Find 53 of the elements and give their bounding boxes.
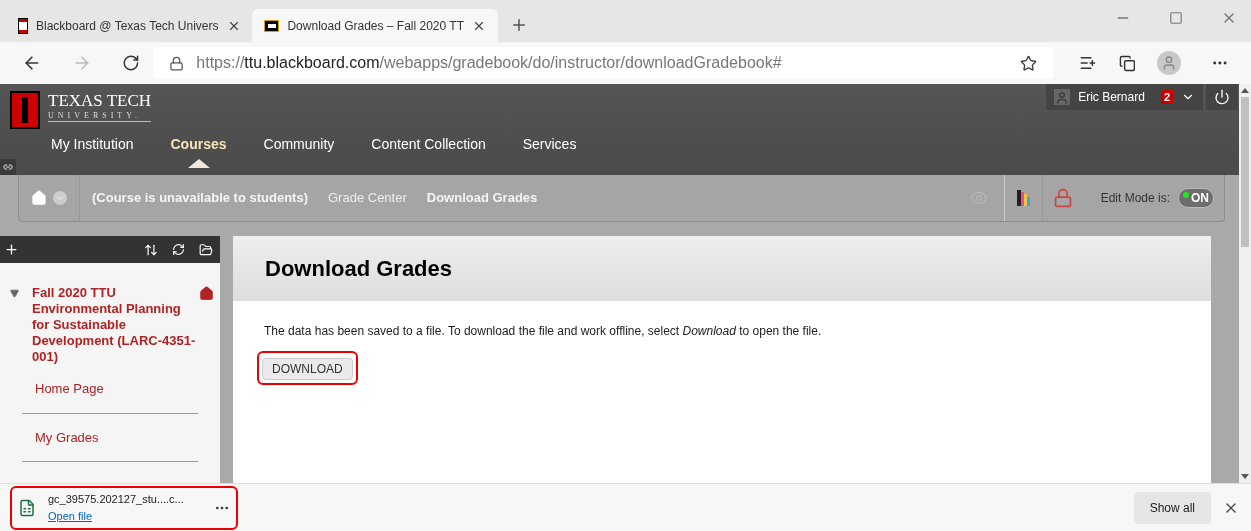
refresh-icon[interactable] [172,243,185,256]
nav-tab[interactable]: Content Collection [371,134,486,156]
sidebar-link[interactable]: Home Page [22,365,198,413]
university-logo-icon [18,17,28,34]
reload-icon[interactable] [121,54,140,72]
home-icon[interactable] [199,286,214,301]
profile-avatar-icon[interactable] [1157,51,1182,75]
nav-tab[interactable]: Services [522,134,577,156]
link-icon[interactable] [0,159,16,175]
user-menu[interactable]: Eric Bernard 2 [1046,84,1203,110]
lock-icon [169,55,185,71]
nav-tab[interactable]: Courses [170,134,227,156]
logo-subtitle: UNIVERSITY. [48,111,142,121]
show-all-button[interactable]: Show all [1133,491,1211,524]
scroll-up-icon[interactable] [1241,88,1249,93]
color-palette-icon[interactable] [1016,190,1030,206]
edit-mode-label: Edit Mode is: [1100,190,1170,207]
folder-icon[interactable] [199,242,213,257]
download-button[interactable]: DOWNLOAD [262,358,353,380]
favorite-icon[interactable] [1019,54,1037,72]
url-text: https://ttu.blackboard.com/webapps/gradebook/do/instructor/downloadGradebook# [196,53,783,73]
favorites-icon[interactable] [1078,54,1097,72]
open-file-link[interactable]: Open file [48,507,202,524]
logo-title: TEXAS TECH [48,91,152,111]
breadcrumb-item: (Course is unavailable to students) [92,189,308,208]
breadcrumb-item: Download Grades [426,189,538,208]
user-avatar-icon [1054,89,1071,105]
app-logo-icon [264,19,280,32]
nav-tab[interactable]: Community [263,134,335,156]
add-icon[interactable] [4,242,19,257]
info-message: The data has been saved to a file. To download the file and work offline, select Download to open the file. [264,323,822,340]
spreadsheet-file-icon [18,498,36,517]
course-title[interactable]: Fall 2020 TTU Environmental Planning for Sustainable Development (LARC-4351-001) [32,285,199,365]
new-tab-icon[interactable] [510,16,528,34]
nav-tab[interactable]: My Institution [51,134,134,156]
expand-icon[interactable] [10,289,19,298]
edit-mode-toggle[interactable]: ON [1178,188,1214,208]
tab-title: Download Grades – Fall 2020 TT [287,17,464,35]
file-name: gc_39575.202127_stu....c... [48,492,185,507]
collections-icon[interactable] [1118,54,1136,72]
address-field[interactable]: https://ttu.blackboard.com/webapps/gradebook/do/instructor/downloadGradebook# [153,47,1053,79]
notification-badge: 2 [1160,90,1173,104]
power-icon[interactable] [1214,89,1230,105]
page-title: Download Grades [265,255,453,283]
sort-icon[interactable] [144,242,158,257]
sidebar-link[interactable]: My Grades [22,413,198,461]
download-item[interactable]: gc_39575.202127_stu....c... Open file [10,485,238,530]
tab-title: Blackboard @ Texas Tech Univers [36,17,219,35]
browser-tab[interactable]: Download Grades – Fall 2020 TT [252,9,498,42]
maximize-icon[interactable] [1169,11,1183,25]
scrollbar[interactable] [1239,84,1251,483]
university-logo-icon [10,91,40,129]
scroll-down-icon[interactable] [1241,474,1249,479]
